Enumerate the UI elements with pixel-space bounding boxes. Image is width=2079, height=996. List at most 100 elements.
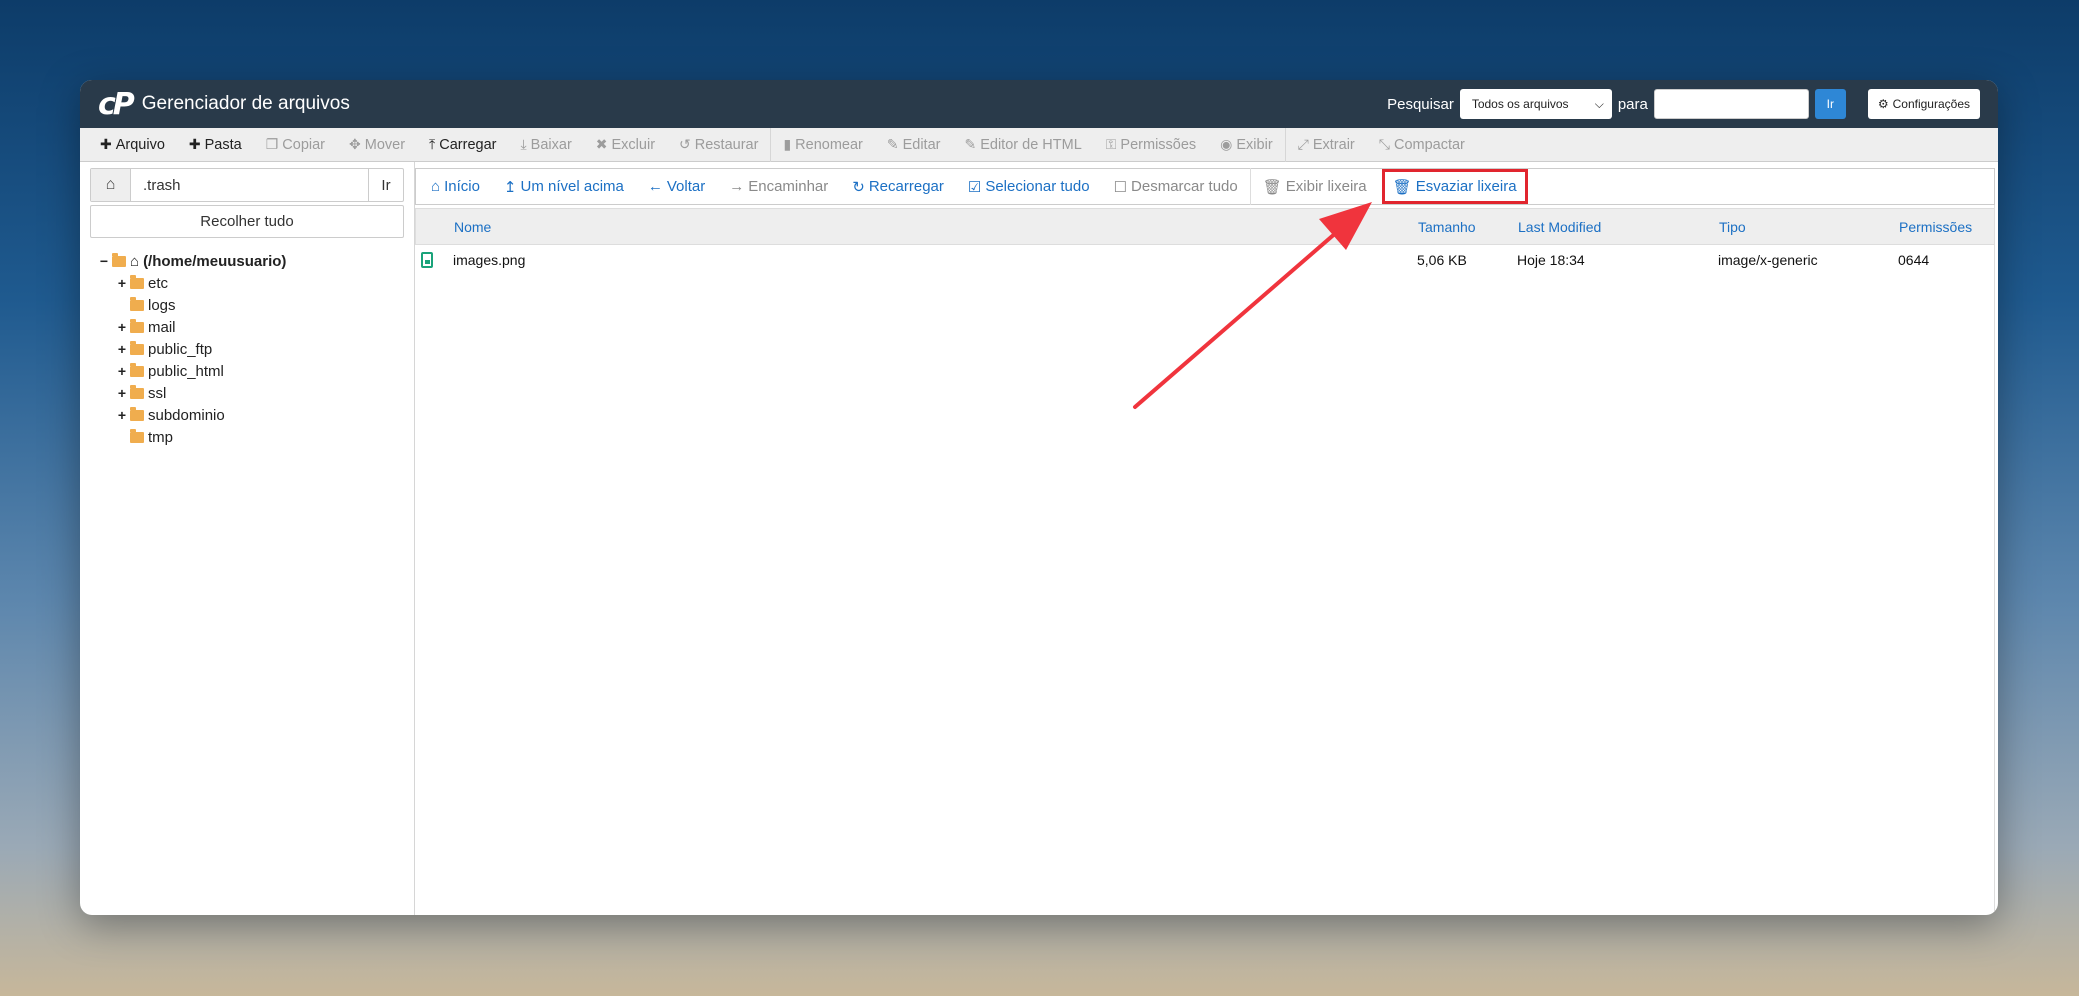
permissions-button[interactable]: ⚿ Permissões bbox=[1094, 136, 1208, 153]
deselect-all-label: Desmarcar tudo bbox=[1131, 178, 1238, 195]
gear-icon: ⚙ bbox=[1877, 97, 1889, 111]
tree-item-etc[interactable]: + etc bbox=[90, 272, 404, 294]
search-area: Pesquisar Todos os arquivos ⌵ para Ir ⚙ … bbox=[1387, 89, 1980, 119]
tree-item-label: logs bbox=[148, 296, 176, 314]
view-button[interactable]: ◉ Exibir bbox=[1208, 136, 1284, 153]
expand-toggle-icon[interactable]: + bbox=[116, 363, 128, 379]
level-up-icon: ↥ bbox=[503, 178, 517, 196]
collapse-toggle-icon[interactable]: − bbox=[98, 253, 110, 269]
refresh-icon: ↻ bbox=[852, 178, 865, 196]
expand-toggle-icon[interactable]: + bbox=[116, 407, 128, 423]
deselect-all-button[interactable]: ☐ Desmarcar tudo bbox=[1102, 169, 1250, 204]
extract-button[interactable]: ⤢ Extrair bbox=[1286, 136, 1367, 153]
file-permissions: 0644 bbox=[1898, 252, 1930, 268]
select-all-button[interactable]: ☑ Selecionar tudo bbox=[956, 169, 1102, 204]
settings-label: Configurações bbox=[1892, 97, 1970, 111]
copy-button[interactable]: ❐ Copiar bbox=[254, 136, 337, 153]
file-name: images.png bbox=[453, 252, 526, 268]
column-type[interactable]: Tipo bbox=[1719, 209, 1746, 244]
forward-button[interactable]: → Encaminhar bbox=[717, 169, 840, 204]
settings-button[interactable]: ⚙ Configurações bbox=[1867, 89, 1980, 119]
tree-item-logs[interactable]: logs bbox=[90, 294, 404, 316]
back-button[interactable]: ← Voltar bbox=[636, 169, 717, 204]
download-button[interactable]: ⤓ Baixar bbox=[508, 136, 583, 153]
delete-label: Excluir bbox=[611, 136, 656, 153]
undo-icon: ↺ bbox=[679, 136, 691, 152]
up-one-level-label: Um nível acima bbox=[520, 178, 624, 195]
tree-item-label: public_html bbox=[148, 362, 224, 380]
edit-button[interactable]: ✎ Editar bbox=[875, 136, 953, 153]
folder-open-icon bbox=[112, 252, 126, 267]
delete-button[interactable]: ✖ Excluir bbox=[584, 136, 667, 153]
tree-root-label: (/home/meuusuario) bbox=[143, 252, 287, 270]
trash-icon: 🗑 bbox=[1262, 178, 1282, 196]
search-scope-select[interactable]: Todos os arquivos ⌵ bbox=[1459, 89, 1612, 119]
expand-toggle-icon[interactable]: + bbox=[116, 275, 128, 291]
compress-label: Compactar bbox=[1393, 136, 1465, 153]
compress-icon: ⤡ bbox=[1378, 136, 1390, 152]
home-button[interactable]: ⌂ bbox=[91, 169, 131, 201]
path-go-button[interactable]: Ir bbox=[368, 169, 403, 201]
empty-trash-label: Esvaziar lixeira bbox=[1415, 178, 1517, 195]
logo: cP Gerenciador de arquivos bbox=[98, 87, 350, 122]
expand-toggle-icon[interactable]: + bbox=[116, 319, 128, 335]
tree-item-label: mail bbox=[148, 318, 176, 336]
plus-icon: ✚ bbox=[100, 136, 112, 152]
collapse-all-button[interactable]: Recolher tudo bbox=[90, 205, 404, 238]
select-all-label: Selecionar tudo bbox=[985, 178, 1090, 195]
tree-root[interactable]: − ⌂ (/home/meuusuario) bbox=[90, 250, 404, 272]
folder-tree: − ⌂ (/home/meuusuario) + etc logs + mail… bbox=[90, 250, 404, 448]
column-last-modified[interactable]: Last Modified bbox=[1518, 209, 1601, 244]
new-file-button[interactable]: ✚ Arquivo bbox=[88, 136, 177, 153]
eye-icon: ◉ bbox=[1220, 136, 1233, 152]
html-editor-button[interactable]: ✎ Editor de HTML bbox=[952, 136, 1093, 153]
home-nav-button[interactable]: ⌂ Início bbox=[419, 169, 492, 204]
folder-icon bbox=[130, 384, 144, 399]
tree-item-public-ftp[interactable]: + public_ftp bbox=[90, 338, 404, 360]
rename-label: Renomear bbox=[795, 136, 863, 153]
search-input[interactable] bbox=[1653, 89, 1809, 119]
file-type: image/x-generic bbox=[1718, 252, 1818, 268]
tree-item-subdominio[interactable]: + subdominio bbox=[90, 404, 404, 426]
expand-toggle-icon[interactable]: + bbox=[116, 341, 128, 357]
title-bar: cP Gerenciador de arquivos Pesquisar Tod… bbox=[80, 80, 1998, 128]
tree-item-tmp[interactable]: tmp bbox=[90, 426, 404, 448]
key-icon: ⚿ bbox=[1105, 136, 1117, 152]
column-size[interactable]: Tamanho bbox=[1418, 209, 1476, 244]
restore-button[interactable]: ↺ Restaurar bbox=[667, 136, 770, 153]
column-name[interactable]: Nome bbox=[454, 209, 491, 244]
home-icon: ⌂ bbox=[130, 252, 140, 270]
cpanel-logo-icon: cP bbox=[98, 86, 135, 122]
upload-button[interactable]: ⤒ Carregar bbox=[417, 136, 508, 153]
reload-label: Recarregar bbox=[868, 178, 944, 195]
content-area: ⌂ .trash Ir Recolher tudo − ⌂ (/home/meu… bbox=[80, 162, 1998, 915]
tree-item-ssl[interactable]: + ssl bbox=[90, 382, 404, 404]
tree-item-label: subdominio bbox=[148, 406, 225, 424]
tree-item-label: tmp bbox=[148, 428, 174, 446]
navigation-bar: ⌂ Início ↥ Um nível acima ← Voltar → Encamin… bbox=[415, 168, 1995, 205]
move-button[interactable]: ✥ Mover bbox=[337, 136, 417, 153]
sidebar: ⌂ .trash Ir Recolher tudo − ⌂ (/home/meu… bbox=[80, 162, 415, 915]
tree-item-mail[interactable]: + mail bbox=[90, 316, 404, 338]
up-one-level-button[interactable]: ↥ Um nível acima bbox=[492, 169, 636, 204]
reload-button[interactable]: ↻ Recarregar bbox=[840, 169, 956, 204]
search-go-button[interactable]: Ir bbox=[1814, 89, 1846, 119]
trash-icon: 🗑 bbox=[1392, 178, 1412, 196]
table-row[interactable]: images.png 5,06 KB Hoje 18:34 image/x-ge… bbox=[415, 245, 1995, 275]
folder-icon bbox=[130, 274, 144, 289]
column-permissions[interactable]: Permissões bbox=[1899, 209, 1972, 244]
expand-icon: ⤢ bbox=[1297, 136, 1309, 152]
view-trash-button[interactable]: 🗑 Exibir lixeira bbox=[1251, 169, 1379, 204]
restore-label: Restaurar bbox=[694, 136, 759, 153]
rename-button[interactable]: ▮ Renomear bbox=[771, 136, 874, 153]
view-trash-label: Exibir lixeira bbox=[1285, 178, 1367, 195]
tree-item-public-html[interactable]: + public_html bbox=[90, 360, 404, 382]
expand-toggle-icon[interactable]: + bbox=[116, 385, 128, 401]
empty-trash-button[interactable]: 🗑 Esvaziar lixeira bbox=[1381, 169, 1528, 204]
new-folder-button[interactable]: ✚ Pasta bbox=[177, 136, 254, 153]
download-label: Baixar bbox=[530, 136, 572, 153]
path-input[interactable]: .trash bbox=[131, 169, 368, 201]
compress-button[interactable]: ⤡ Compactar bbox=[1367, 136, 1477, 153]
folder-icon bbox=[130, 296, 144, 311]
html-editor-label: Editor de HTML bbox=[980, 136, 1082, 153]
